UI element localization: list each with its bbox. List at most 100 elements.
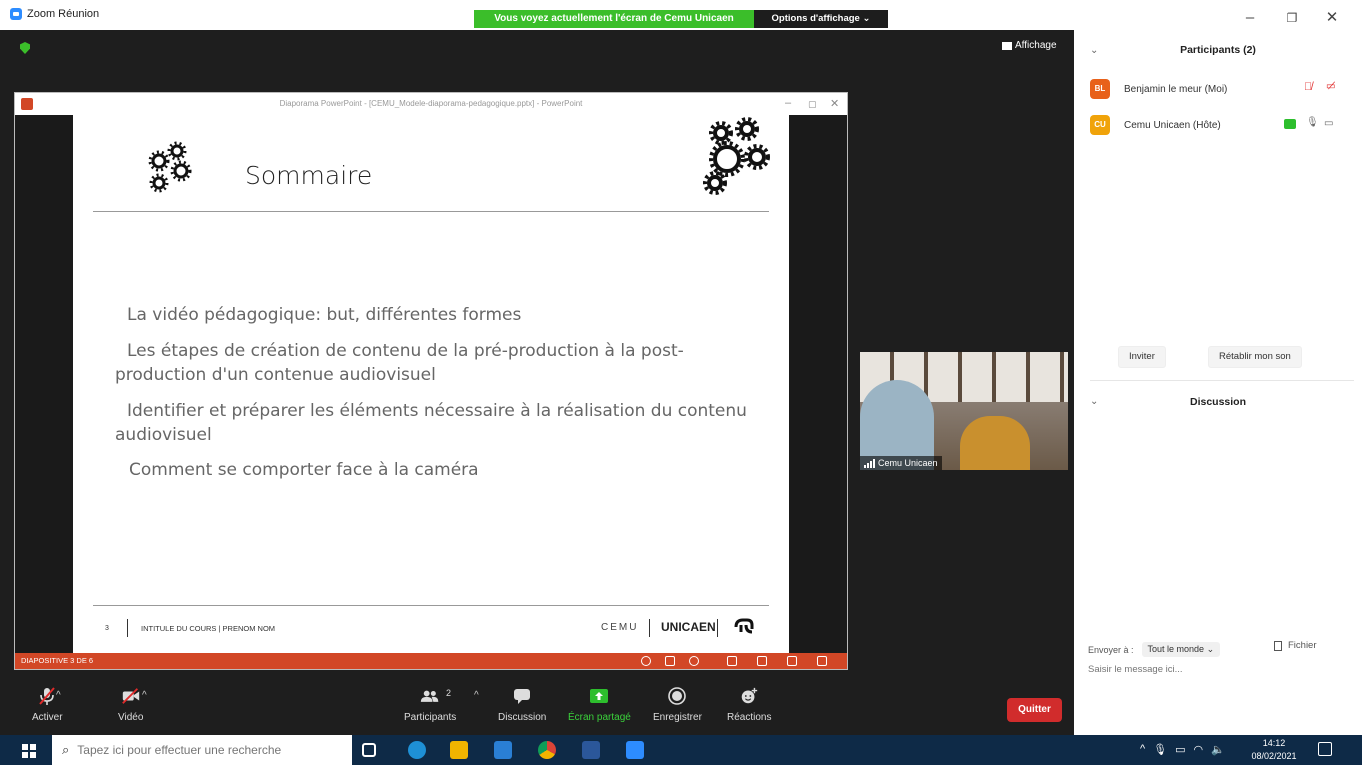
zoom-logo-icon: [10, 8, 22, 20]
notification-icon[interactable]: [1318, 742, 1332, 756]
ppt-minimize-icon[interactable]: –: [785, 97, 791, 109]
record-button[interactable]: Enregistrer: [653, 686, 702, 723]
avatar: CU: [1090, 115, 1110, 135]
ppt-status-bar: DIAPOSITIVE 3 DE 6: [15, 653, 847, 669]
app-title-text: Zoom Réunion: [27, 8, 100, 20]
video-label: Vidéo: [118, 712, 144, 723]
slide: Sommaire La vidéo pédagogique: but, diff…: [73, 115, 789, 653]
mic-muted-icon: [39, 687, 56, 705]
file-label: Fichier: [1288, 640, 1317, 651]
video-off-icon: [121, 688, 139, 704]
chevron-up-icon[interactable]: ^: [142, 690, 147, 701]
volume-icon[interactable]: 🔈: [1211, 743, 1225, 756]
system-tray: ^ 🎙 ▭ ◠ 🔈: [1140, 743, 1225, 756]
search-icon: ⌕: [62, 742, 70, 757]
mic-icon: 🎙: [1306, 117, 1319, 128]
chevron-up-icon[interactable]: ^: [474, 690, 479, 701]
chevron-up-icon[interactable]: ^: [1140, 743, 1145, 756]
restore-icon[interactable]: ❐: [1282, 8, 1302, 28]
gears-large-icon: [703, 117, 770, 195]
unmute-label: Activer: [32, 712, 63, 723]
share-screen-button[interactable]: Écran partagé: [568, 686, 631, 723]
send-to: Envoyer à : Tout le monde ⌄: [1088, 642, 1221, 657]
shield-icon[interactable]: [20, 42, 30, 54]
notes-icon[interactable]: [665, 656, 675, 666]
battery-icon[interactable]: ▭: [1175, 743, 1185, 756]
cemu-logo: CEMU: [601, 622, 639, 633]
slide-title-rule: [93, 211, 769, 212]
record-icon[interactable]: [689, 656, 699, 666]
mic-muted-icon: 🎙̸: [1304, 81, 1313, 93]
slide-sorter-icon[interactable]: [757, 656, 767, 666]
unicaen-logo: UNICAEN: [661, 620, 716, 634]
ppt-restore-icon[interactable]: ▢: [808, 99, 817, 110]
taskbar-clock[interactable]: 14:12 08/02/2021: [1244, 737, 1304, 763]
file-button[interactable]: Fichier: [1274, 640, 1317, 651]
participants-label: Participants: [404, 712, 457, 723]
wifi-icon[interactable]: ◠: [1194, 743, 1204, 756]
mic-tray-icon[interactable]: 🎙: [1153, 743, 1167, 756]
minimize-icon[interactable]: –: [1240, 8, 1260, 28]
side-panel: ⌄ Participants (2) BL Benjamin le meur (…: [1074, 30, 1362, 735]
screen-share-icon: [1284, 119, 1296, 129]
footer-separator: [127, 619, 128, 637]
participants-button[interactable]: 2 ^ Participants: [404, 686, 479, 723]
recipient-select[interactable]: Tout le monde ⌄: [1141, 642, 1221, 657]
video-name-label: Cemu Unicaen: [860, 456, 942, 470]
video-button[interactable]: ^ Vidéo: [118, 686, 147, 723]
slide-counter: DIAPOSITIVE 3 DE 6: [21, 656, 94, 665]
ppt-window-title: Diaporama PowerPoint - [CEMU_Modele-diap…: [279, 99, 583, 108]
view-options-button[interactable]: Options d'affichage ⌄: [754, 10, 888, 28]
message-input[interactable]: [1088, 664, 1348, 675]
chat-button[interactable]: Discussion: [498, 686, 546, 723]
footer-separator: [649, 619, 650, 637]
participant-name: Benjamin le meur (Moi): [1124, 83, 1228, 95]
reading-view-icon[interactable]: [787, 656, 797, 666]
share-screen-label: Écran partagé: [568, 712, 631, 723]
leave-button[interactable]: Quitter: [1007, 698, 1062, 722]
affichage-button[interactable]: Affichage: [1002, 40, 1057, 51]
unmute-button[interactable]: ^ Activer: [32, 686, 63, 723]
slide-title: Sommaire: [245, 161, 373, 190]
windows-taskbar: ⌕ ^ 🎙 ▭ ◠ 🔈 14:12 08/02/2021: [0, 735, 1362, 765]
avatar: BL: [1090, 79, 1110, 99]
clock-time: 14:12: [1262, 738, 1286, 748]
unmute-me-button[interactable]: Rétablir mon son: [1208, 346, 1302, 368]
participant-video[interactable]: Cemu Unicaen: [860, 352, 1068, 470]
participant-row[interactable]: BL Benjamin le meur (Moi) 🎙̸ ▭̸: [1090, 78, 1350, 100]
grid-icon: [1002, 41, 1012, 50]
participant-row[interactable]: CU Cemu Unicaen (Hôte) 🎙 ▭: [1090, 114, 1350, 136]
chrome-icon[interactable]: [538, 741, 556, 759]
windows-start-icon[interactable]: [22, 744, 36, 758]
bullet-3: Identifier et préparer les éléments néce…: [115, 401, 747, 445]
zoom-window: Zoom Réunion Vous voyez actuellement l'é…: [0, 0, 1362, 765]
slide-number: 3: [105, 625, 109, 632]
chat-label: Discussion: [498, 712, 547, 723]
mail-icon[interactable]: [494, 741, 512, 759]
taskbar-search-input[interactable]: [77, 743, 328, 757]
ppt-close-icon[interactable]: ✕: [830, 97, 839, 110]
task-view-icon[interactable]: [362, 743, 376, 757]
share-screen-icon: [590, 689, 609, 703]
invite-button[interactable]: Inviter: [1118, 346, 1166, 368]
normal-view-icon[interactable]: [727, 656, 737, 666]
chat-compose: Envoyer à : Tout le monde ⌄ Fichier: [1074, 620, 1362, 735]
slideshow-icon[interactable]: [817, 656, 827, 666]
reactions-label: Réactions: [727, 712, 772, 723]
edge-icon[interactable]: [408, 741, 426, 759]
footer-separator: [717, 619, 718, 637]
bullet-1: La vidéo pédagogique: but, différentes f…: [127, 305, 522, 325]
taskbar-search[interactable]: ⌕: [52, 735, 352, 765]
zoom-taskbar-icon[interactable]: [626, 741, 644, 759]
panel-divider: [1090, 380, 1354, 381]
reactions-icon: [741, 687, 758, 704]
chevron-up-icon[interactable]: ^: [56, 690, 61, 701]
word-icon[interactable]: [582, 741, 600, 759]
close-icon[interactable]: ✕: [1322, 8, 1342, 28]
chat-title: Discussion: [1189, 396, 1247, 408]
settings-icon[interactable]: [641, 656, 651, 666]
send-to-label: Envoyer à :: [1088, 644, 1134, 655]
file-explorer-icon[interactable]: [450, 741, 468, 759]
ppt-title-bar: Diaporama PowerPoint - [CEMU_Modele-diap…: [15, 93, 847, 115]
reactions-button[interactable]: Réactions: [727, 686, 771, 723]
